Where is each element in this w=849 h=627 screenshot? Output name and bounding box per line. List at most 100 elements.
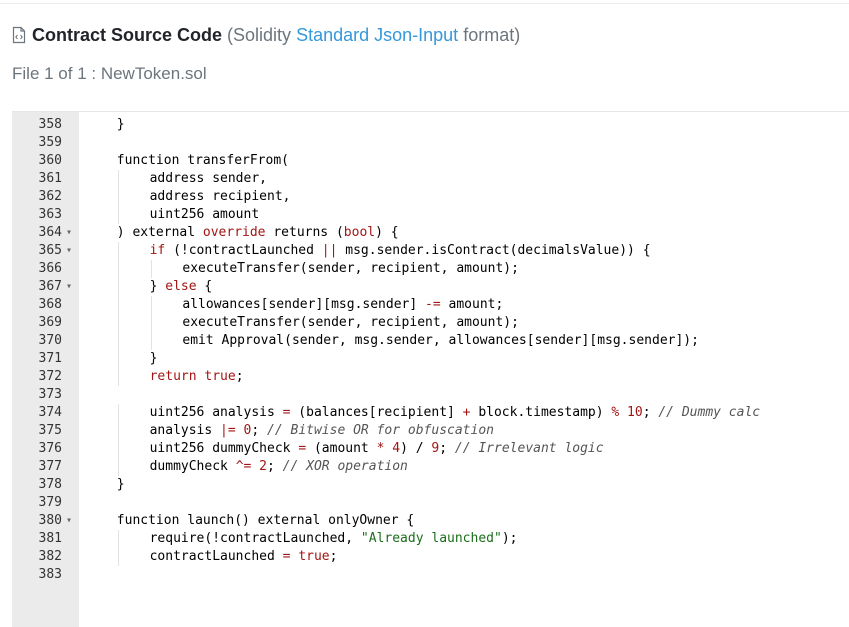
line-number: 378: [38, 477, 62, 492]
code-text: contractLaunched = true;: [149, 549, 338, 564]
code-text: } else {: [149, 279, 213, 294]
top-divider: [0, 3, 849, 4]
code-line: 360 function transferFrom(: [12, 152, 849, 170]
code-text: dummyCheck ^= 2; // XOR operation: [149, 459, 408, 474]
code-line: 373: [12, 386, 849, 404]
code-text: }: [116, 117, 125, 132]
fold-toggle-icon[interactable]: ▾: [66, 242, 72, 260]
code-line: 375 analysis |= 0; // Bitwise OR for obfu…: [12, 422, 849, 440]
code-line: 380 ▾ function launch() external onlyOwner…: [12, 512, 849, 530]
code-line: 378}: [12, 476, 849, 494]
indent-guide: [117, 242, 119, 260]
indent-guide: [117, 188, 119, 206]
code-text: }: [149, 351, 158, 366]
indent-guide: [117, 314, 119, 332]
code-line: 366 executeTransfer(sender, recipient, am…: [12, 260, 849, 278]
indent-guide: [117, 404, 119, 422]
line-number: 373: [38, 387, 62, 402]
code-line: 364 ▾ ) external override returns (bool) {: [12, 224, 849, 242]
code-line: 369 executeTransfer(sender, recipient, am…: [12, 314, 849, 332]
line-number: 362: [38, 189, 62, 204]
code-editor[interactable]: 358} 359 360 function transferFrom(361 addre…: [12, 111, 849, 627]
code-text: function launch() external onlyOwner {: [116, 513, 415, 528]
line-number: 368: [38, 297, 62, 312]
line-number: 364: [38, 225, 62, 240]
indent-guide: [117, 440, 119, 458]
indent-guide: [150, 260, 152, 278]
file-info: File 1 of 1 : NewToken.sol: [12, 64, 207, 83]
indent-guide: [117, 530, 119, 548]
code-line: 382 contractLaunched = true;: [12, 548, 849, 566]
indent-guide: [117, 422, 119, 440]
code-text: uint256 dummyCheck = (amount * 4) / 9; /…: [149, 441, 604, 456]
indent-guide: [117, 206, 119, 224]
fold-toggle-icon[interactable]: ▾: [66, 278, 72, 296]
code-line: 358}: [12, 116, 849, 134]
code-text: ) external override returns (bool) {: [116, 225, 399, 240]
line-number: 366: [38, 261, 62, 276]
line-number: 363: [38, 207, 62, 222]
line-number: 379: [38, 495, 62, 510]
line-number: 374: [38, 405, 62, 420]
section-title: Contract Source Code (Solidity Standard …: [12, 22, 520, 48]
code-line: 361 address sender,: [12, 170, 849, 188]
indent-guide: [150, 314, 152, 332]
code-line: 372 return true;: [12, 368, 849, 386]
line-number: 381: [38, 531, 62, 546]
code-line: 377 dummyCheck ^= 2; // XOR operation: [12, 458, 849, 476]
indent-guide: [117, 458, 119, 476]
line-number: 382: [38, 549, 62, 564]
code-text: }: [116, 477, 125, 492]
code-lines: 358} 359 360 function transferFrom(361 addre…: [12, 116, 849, 584]
code-line: 362 address recipient,: [12, 188, 849, 206]
line-number: 358: [38, 117, 62, 132]
code-line: 365 ▾ if (!contractLaunched || msg.sender.…: [12, 242, 849, 260]
line-number: 380: [38, 513, 62, 528]
code-text: require(!contractLaunched, "Already laun…: [149, 531, 518, 546]
line-number: 359: [38, 135, 62, 150]
file-code-icon: [12, 26, 26, 44]
line-number: 372: [38, 369, 62, 384]
code-text: function transferFrom(: [116, 153, 289, 168]
code-line: 368 allowances[sender][msg.sender] -= amo…: [12, 296, 849, 314]
indent-guide: [117, 548, 119, 566]
line-number: 377: [38, 459, 62, 474]
code-text: allowances[sender][msg.sender] -= amount…: [182, 297, 504, 312]
code-text: return true;: [149, 369, 244, 384]
format-prefix: (Solidity: [227, 24, 292, 45]
code-line: 359: [12, 134, 849, 152]
code-line: 371}: [12, 350, 849, 368]
code-line: 367 ▾ } else {: [12, 278, 849, 296]
indent-guide: [117, 278, 119, 296]
code-text: uint256 amount: [149, 207, 260, 222]
code-line: 376 uint256 dummyCheck = (amount * 4) / 9…: [12, 440, 849, 458]
fold-toggle-icon[interactable]: ▾: [66, 512, 72, 530]
line-number: 371: [38, 351, 62, 366]
line-number: 383: [38, 567, 62, 582]
standard-json-input-link[interactable]: Standard Json-Input: [296, 25, 458, 45]
code-text: uint256 analysis = (balances[recipient] …: [149, 405, 761, 420]
code-text: address recipient,: [149, 189, 291, 204]
code-text: executeTransfer(sender, recipient, amoun…: [182, 315, 519, 330]
line-number: 376: [38, 441, 62, 456]
line-number: 365: [38, 243, 62, 258]
code-line: 383: [12, 566, 849, 584]
code-text: executeTransfer(sender, recipient, amoun…: [182, 261, 519, 276]
format-suffix: format): [463, 24, 521, 45]
indent-guide: [117, 332, 119, 350]
code-text: if (!contractLaunched || msg.sender.isCo…: [149, 243, 651, 258]
format-label: (Solidity Standard Json-Input format): [227, 25, 520, 46]
page-title: Contract Source Code: [32, 24, 223, 45]
code-text: analysis |= 0; // Bitwise OR for obfusca…: [149, 423, 494, 438]
indent-guide: [117, 260, 119, 278]
line-number: 367: [38, 279, 62, 294]
code-line: 370 emit Approval(sender, msg.sender, all…: [12, 332, 849, 350]
line-number: 361: [38, 171, 62, 186]
line-number: 375: [38, 423, 62, 438]
indent-guide: [117, 170, 119, 188]
code-line: 379: [12, 494, 849, 512]
code-line: 381 require(!contractLaunched, "Already l…: [12, 530, 849, 548]
indent-guide: [150, 296, 152, 314]
fold-toggle-icon[interactable]: ▾: [66, 224, 72, 242]
line-number: 360: [38, 153, 62, 168]
